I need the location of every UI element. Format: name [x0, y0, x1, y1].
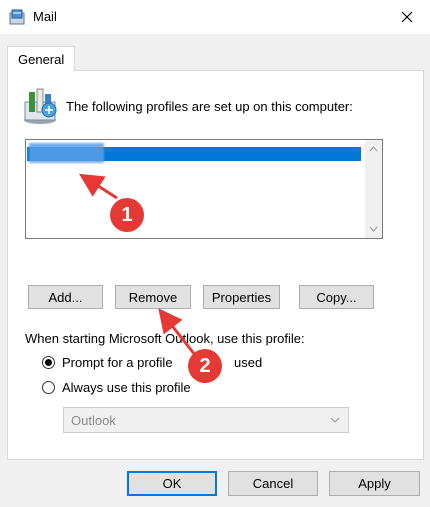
general-panel: [7, 70, 424, 460]
apply-button[interactable]: Apply: [329, 471, 420, 496]
close-button[interactable]: [384, 0, 430, 34]
profiles-label: The following profiles are set up on thi…: [66, 99, 353, 114]
tab-general[interactable]: General: [7, 46, 75, 71]
radio-selected-dot: [45, 359, 52, 366]
annotation-badge-1: 1: [110, 198, 144, 232]
window-title: Mail: [33, 9, 57, 24]
scroll-up-icon[interactable]: [369, 146, 378, 152]
close-icon: [401, 11, 413, 23]
combo-value: Outlook: [71, 413, 116, 428]
listbox-scrollbar[interactable]: [365, 140, 382, 238]
annotation-badge-2: 2: [188, 349, 222, 383]
profile-combobox: Outlook: [63, 407, 349, 433]
properties-button[interactable]: Properties: [203, 285, 280, 309]
always-radio[interactable]: [42, 381, 55, 394]
ok-button[interactable]: OK: [127, 471, 217, 496]
always-radio-label[interactable]: Always use this profile: [62, 380, 191, 395]
mail-profile-icon: [24, 88, 57, 124]
prompt-radio-label[interactable]: Prompt for a profile: [62, 355, 173, 370]
copy-button[interactable]: Copy...: [299, 285, 374, 309]
remove-button[interactable]: Remove: [115, 285, 191, 309]
startup-label: When starting Microsoft Outlook, use thi…: [25, 331, 305, 346]
chevron-down-icon: [330, 417, 340, 423]
cancel-button[interactable]: Cancel: [228, 471, 318, 496]
scroll-down-icon[interactable]: [369, 226, 378, 232]
profiles-listbox[interactable]: [25, 139, 383, 239]
prompt-radio[interactable]: [42, 356, 55, 369]
blurred-profile-name: [29, 143, 104, 163]
add-button[interactable]: Add...: [28, 285, 103, 309]
tab-general-label: General: [18, 52, 65, 67]
title-bar: Mail: [0, 0, 430, 34]
prompt-radio-label-tail[interactable]: used: [234, 355, 262, 370]
mail-app-icon: [9, 9, 25, 25]
